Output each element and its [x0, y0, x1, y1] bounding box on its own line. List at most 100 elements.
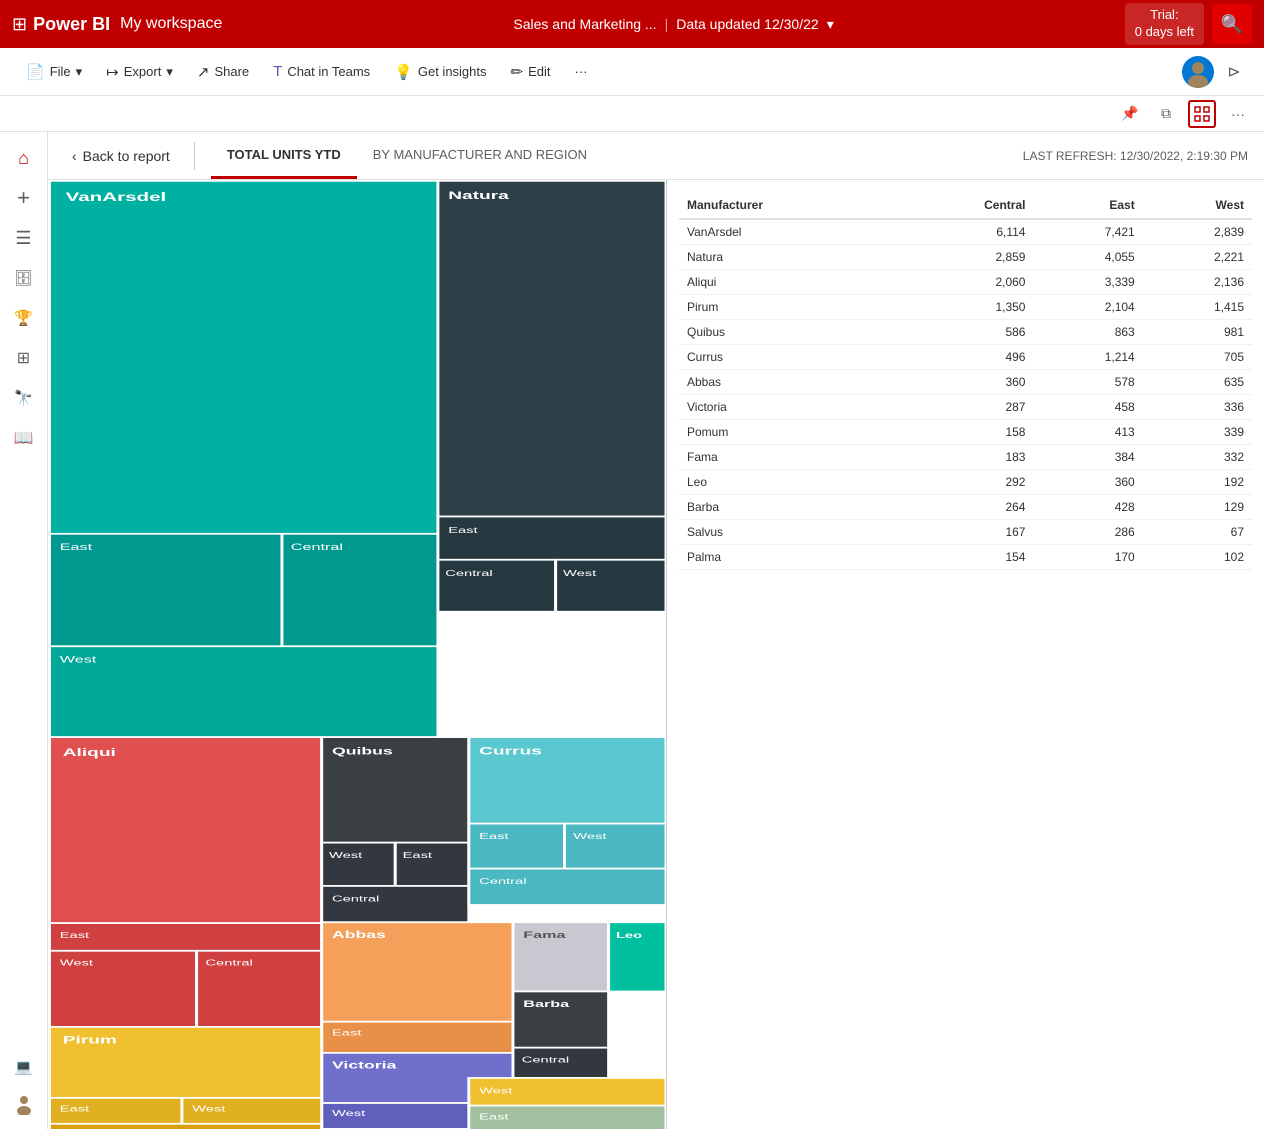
- tab-by-manufacturer[interactable]: BY MANUFACTURER AND REGION: [357, 132, 603, 179]
- svg-text:West: West: [563, 568, 597, 578]
- workspace-name: My workspace: [120, 15, 222, 33]
- table-row[interactable]: Pomum158413339: [679, 420, 1252, 445]
- trial-badge: Trial: 0 days left: [1125, 3, 1204, 45]
- sidebar-item-datahub[interactable]: 🗄: [6, 260, 42, 296]
- more-options-button[interactable]: ···: [1224, 100, 1252, 128]
- tab-total-units[interactable]: TOTAL UNITS YTD: [211, 132, 357, 179]
- value-cell: 458: [1033, 395, 1142, 420]
- edit-button[interactable]: ✏ Edit: [501, 57, 561, 87]
- sidebar-item-browse[interactable]: ☰: [6, 220, 42, 256]
- table-row[interactable]: VanArsdel6,1147,4212,839: [679, 219, 1252, 245]
- svg-text:East: East: [403, 850, 433, 860]
- avatar[interactable]: [1182, 56, 1214, 88]
- insights-icon: 💡: [394, 63, 413, 81]
- value-cell: 7,421: [1033, 219, 1142, 245]
- value-cell: 578: [1033, 370, 1142, 395]
- value-cell: 67: [1143, 520, 1252, 545]
- insights-label: Get insights: [418, 64, 487, 79]
- insights-button[interactable]: 💡 Get insights: [384, 57, 496, 87]
- sidebar-bottom: 💻: [6, 1049, 42, 1121]
- table-row[interactable]: Victoria287458336: [679, 395, 1252, 420]
- sidebar-item-home[interactable]: ⌂: [6, 140, 42, 176]
- manufacturer-cell: Salvus: [679, 520, 897, 545]
- value-cell: 635: [1143, 370, 1252, 395]
- svg-text:East: East: [60, 1104, 90, 1114]
- value-cell: 286: [1033, 520, 1142, 545]
- svg-text:Central: Central: [291, 542, 343, 553]
- svg-text:VanArsdel: VanArsdel: [66, 190, 167, 204]
- table-row[interactable]: Leo292360192: [679, 470, 1252, 495]
- manufacturer-cell: Pirum: [679, 295, 897, 320]
- more-icon: ···: [575, 64, 588, 79]
- svg-text:West: West: [329, 850, 363, 860]
- svg-text:Central: Central: [522, 1055, 569, 1065]
- file-chevron-icon: ▾: [76, 64, 83, 80]
- report-tabs: TOTAL UNITS YTD BY MANUFACTURER AND REGI…: [211, 132, 603, 179]
- more-button[interactable]: ···: [565, 58, 598, 85]
- table-row[interactable]: Salvus16728667: [679, 520, 1252, 545]
- app-name: Power BI: [33, 14, 110, 35]
- table-row[interactable]: Barba264428129: [679, 495, 1252, 520]
- sidebar-item-goals[interactable]: 🏆: [6, 300, 42, 336]
- toolbar-right: ⊳: [1182, 56, 1248, 88]
- value-cell: 1,415: [1143, 295, 1252, 320]
- svg-text:Pirum: Pirum: [63, 1034, 117, 1046]
- value-cell: 336: [1143, 395, 1252, 420]
- export-chevron-icon: ▾: [166, 64, 173, 80]
- back-to-report-button[interactable]: ‹ Back to report: [64, 142, 178, 170]
- chat-button[interactable]: T Chat in Teams: [263, 57, 380, 86]
- manufacturer-cell: Natura: [679, 245, 897, 270]
- col-east[interactable]: East: [1033, 192, 1142, 219]
- manufacturer-cell: Currus: [679, 345, 897, 370]
- pin-icon-button[interactable]: 📌: [1116, 100, 1144, 128]
- svg-text:West: West: [60, 654, 97, 665]
- col-central[interactable]: Central: [897, 192, 1033, 219]
- table-row[interactable]: Fama183384332: [679, 445, 1252, 470]
- file-button[interactable]: 📄 File ▾: [16, 57, 92, 87]
- sidebar-item-apps[interactable]: ⊞: [6, 340, 42, 376]
- table-row[interactable]: Aliqui2,0603,3392,136: [679, 270, 1252, 295]
- search-button[interactable]: 🔍: [1212, 4, 1252, 44]
- col-west[interactable]: West: [1143, 192, 1252, 219]
- value-cell: 428: [1033, 495, 1142, 520]
- sidebar-item-datasets[interactable]: 📖: [6, 420, 42, 456]
- share-label: Share: [214, 64, 249, 79]
- focus-mode-button[interactable]: [1188, 100, 1216, 128]
- top-bar: ⊞ Power BI My workspace Sales and Market…: [0, 0, 1264, 48]
- value-cell: 1,214: [1033, 345, 1142, 370]
- table-row[interactable]: Palma154170102: [679, 545, 1252, 570]
- sidebar-item-profile[interactable]: [6, 1085, 42, 1121]
- export-icon: ↦: [106, 63, 119, 81]
- value-cell: 2,104: [1033, 295, 1142, 320]
- value-cell: 981: [1143, 320, 1252, 345]
- svg-text:East: East: [479, 1112, 509, 1122]
- manufacturer-cell: Pomum: [679, 420, 897, 445]
- value-cell: 863: [1033, 320, 1142, 345]
- table-row[interactable]: Quibus586863981: [679, 320, 1252, 345]
- table-row[interactable]: Abbas360578635: [679, 370, 1252, 395]
- table-row[interactable]: Pirum1,3502,1041,415: [679, 295, 1252, 320]
- data-chevron-icon[interactable]: ▾: [827, 16, 834, 33]
- table-row[interactable]: Currus4961,214705: [679, 345, 1252, 370]
- manufacturer-cell: Aliqui: [679, 270, 897, 295]
- manufacturer-cell: Quibus: [679, 320, 897, 345]
- table-row[interactable]: Natura2,8594,0552,221: [679, 245, 1252, 270]
- manufacturer-cell: Barba: [679, 495, 897, 520]
- sidebar-item-create[interactable]: +: [6, 180, 42, 216]
- value-cell: 287: [897, 395, 1033, 420]
- sidebar-item-deployment[interactable]: 💻: [6, 1049, 42, 1085]
- col-manufacturer[interactable]: Manufacturer: [679, 192, 897, 219]
- svg-text:Central: Central: [332, 894, 379, 904]
- svg-text:Aliqui: Aliqui: [63, 747, 116, 759]
- panel-right-button[interactable]: ⊳: [1220, 58, 1248, 86]
- svg-text:West: West: [60, 958, 94, 968]
- edit-icon: ✏: [511, 63, 524, 81]
- value-cell: 360: [897, 370, 1033, 395]
- share-button[interactable]: ↗ Share: [187, 57, 259, 87]
- duplicate-icon-button[interactable]: ⧉: [1152, 100, 1180, 128]
- treemap-panel[interactable]: VanArsdel East Central West Natura East …: [48, 180, 666, 1129]
- back-label: Back to report: [83, 148, 170, 164]
- sidebar-item-learn[interactable]: 🔭: [6, 380, 42, 416]
- value-cell: 170: [1033, 545, 1142, 570]
- export-button[interactable]: ↦ Export ▾: [96, 57, 183, 87]
